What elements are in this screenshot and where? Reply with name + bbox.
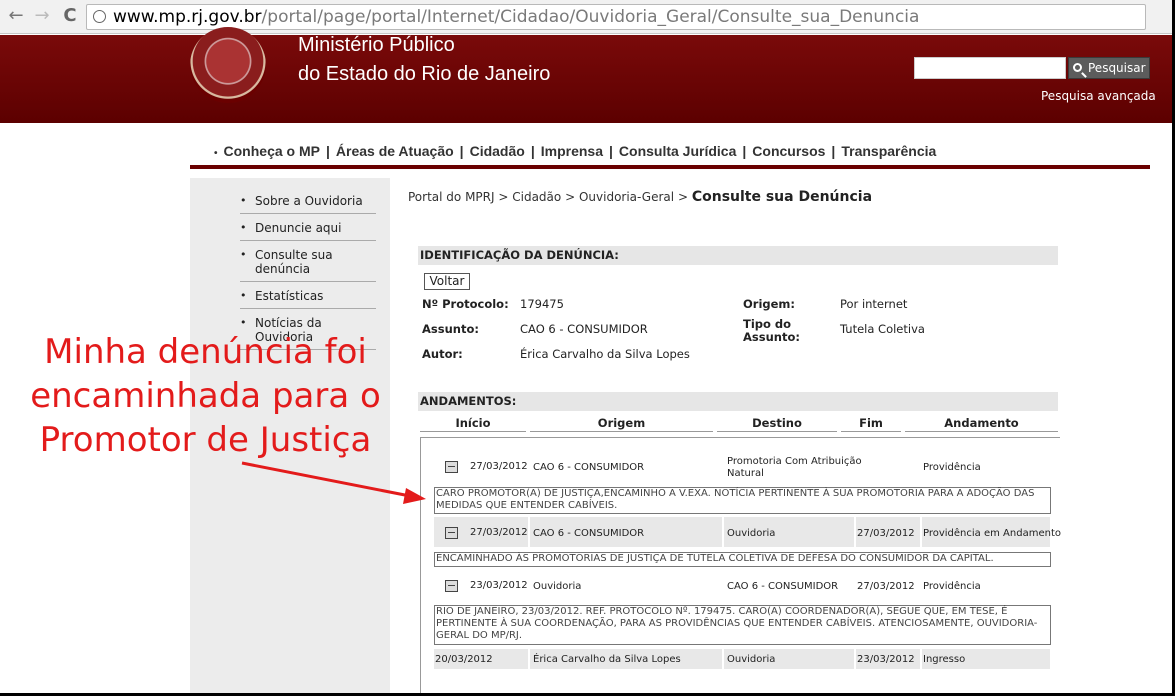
annotation-arrow-icon [241, 461, 426, 504]
page-frame: ← → C www.mp.rj.gov.br/portal/page/porta… [0, 0, 1172, 693]
